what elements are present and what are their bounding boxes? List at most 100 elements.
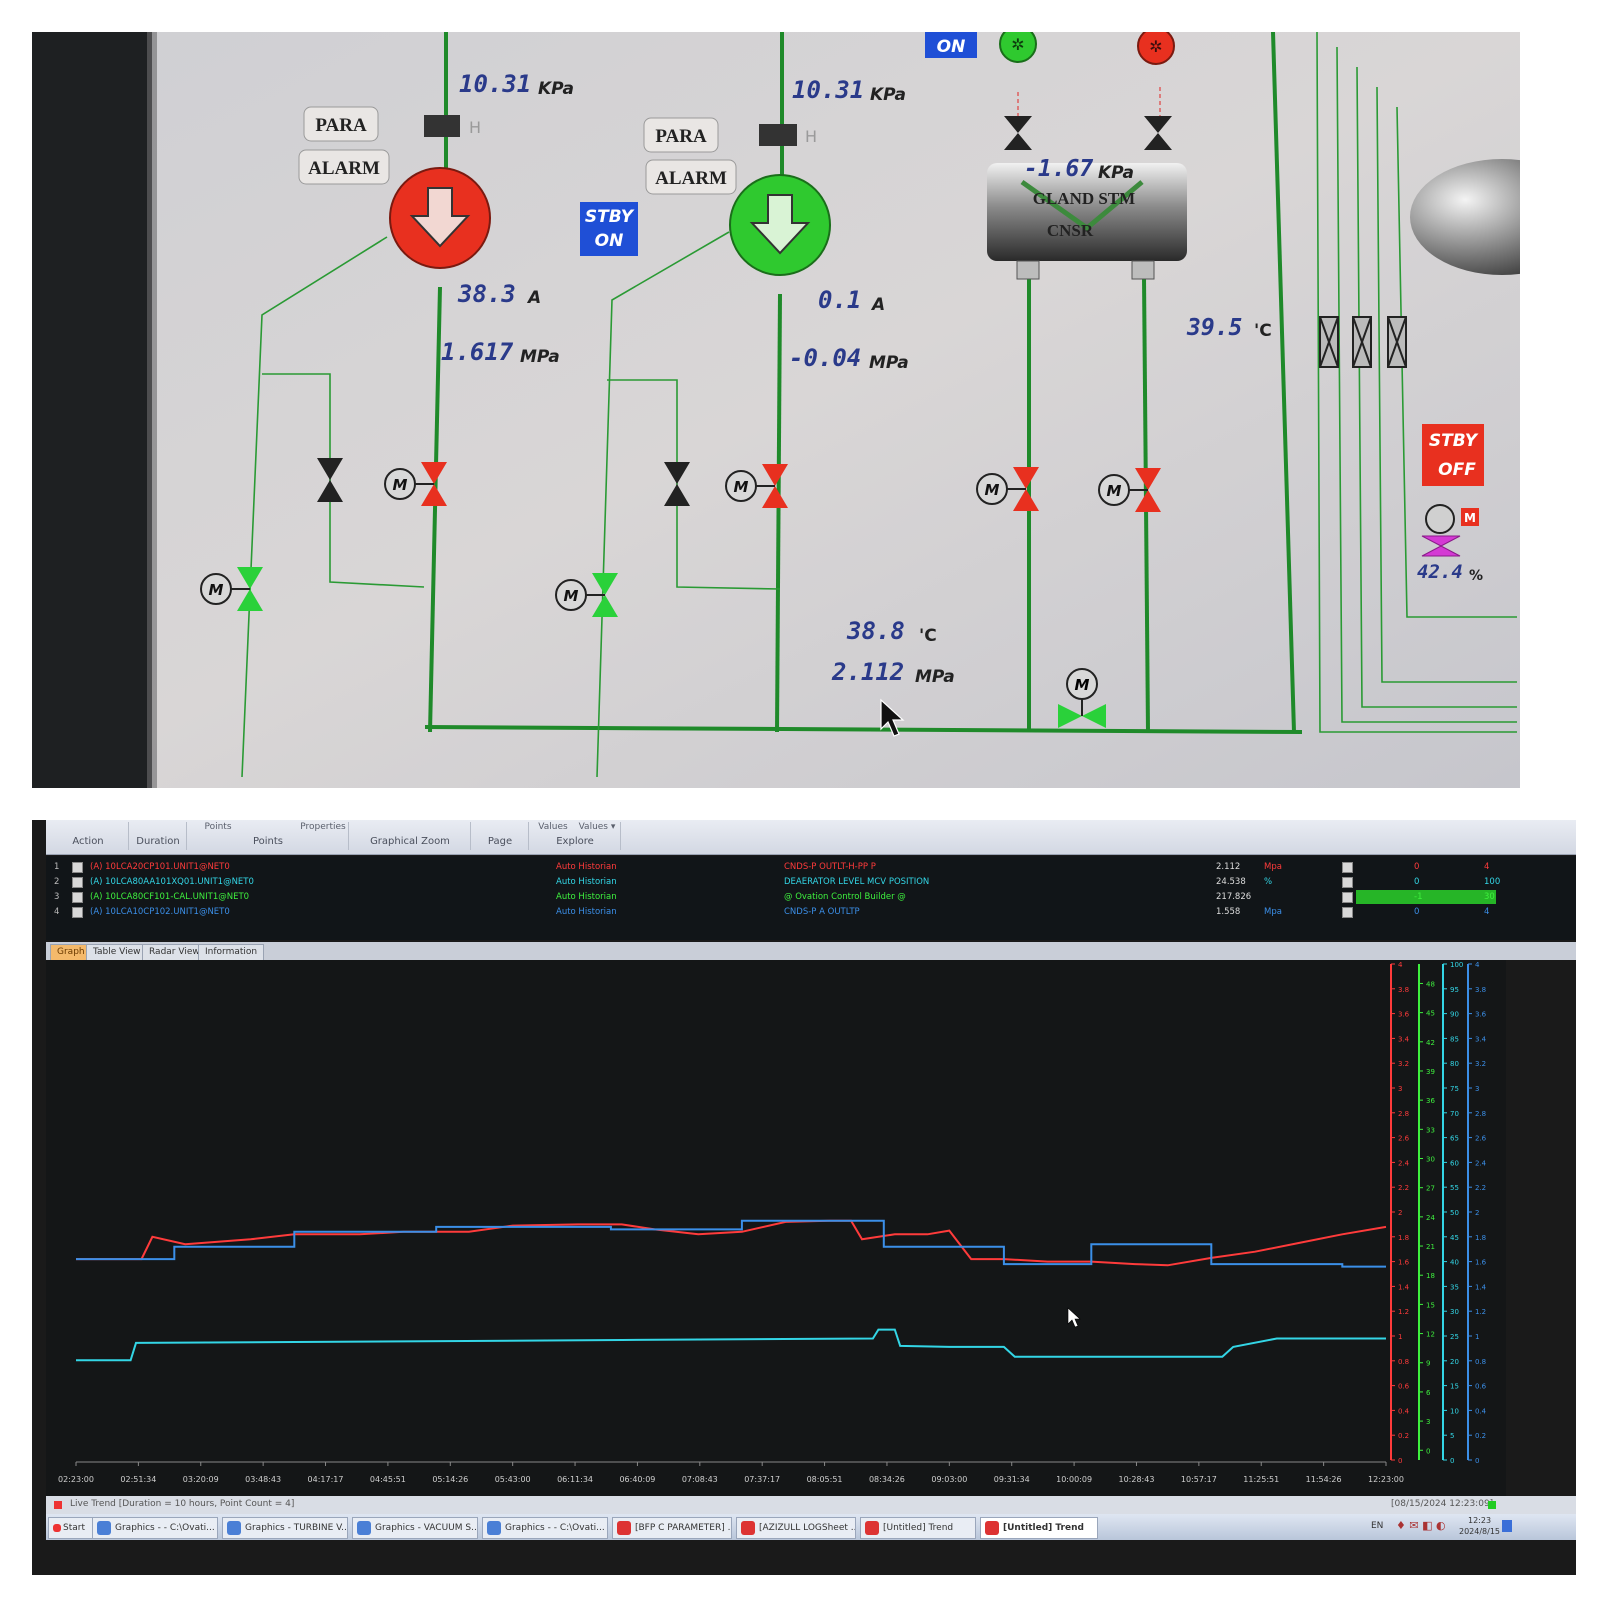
time-tick-label: 11:25:51 — [1243, 1475, 1279, 1484]
trend-app-icon — [741, 1521, 755, 1535]
tray-icons[interactable]: ♦ ✉ ◧ ◐ — [1396, 1519, 1446, 1532]
time-tick-label: 07:08:43 — [682, 1475, 718, 1484]
taskbar-language[interactable]: EN — [1371, 1521, 1383, 1531]
taskbar-item[interactable]: [AZIZULL LOGSheet ... — [736, 1517, 856, 1539]
tab-information[interactable]: Information — [198, 944, 265, 960]
toolbar-graphical-zoom-group[interactable]: Graphical Zoom — [350, 822, 471, 850]
axis-tick-label: 1.8 — [1398, 1234, 1409, 1242]
time-tick-label: 09:31:34 — [994, 1475, 1030, 1484]
axis-tick-label: 3.2 — [1398, 1060, 1409, 1068]
axis-tick-label: 1 — [1475, 1333, 1479, 1341]
show-desktop-icon[interactable] — [1502, 1520, 1512, 1532]
right-valve-flag-letter: M — [1464, 511, 1476, 525]
pump-b-outlet-unit: MPa — [869, 353, 909, 373]
trend-chart[interactable]: 0 0.2 0.4 0.6 0.8 1 1.2 1.4 1.6 1.8 2 2.2 2.4 2.6 2.8 3… — [46, 960, 1506, 1496]
taskbar-item[interactable]: Graphics - VACUUM S... — [352, 1517, 478, 1539]
pump-b-standby-line1: STBY — [585, 207, 635, 227]
taskbar-clock-time[interactable]: 12:23 — [1468, 1516, 1491, 1525]
pen-scale-checkbox[interactable] — [1342, 907, 1353, 918]
time-tick-label: 03:20:09 — [183, 1475, 219, 1484]
pen-visible-checkbox[interactable] — [72, 907, 83, 918]
taskbar-item[interactable]: Graphics - TURBINE V... — [222, 1517, 348, 1539]
windows-taskbar: Start Graphics - - C:\Ovati... Graphics -… — [46, 1514, 1576, 1540]
toolbar-values-menu[interactable]: Values ▾ — [552, 822, 642, 832]
axis-tick-label: 2 — [1398, 1209, 1402, 1217]
toolbar-points-group[interactable]: Points Properties Points — [188, 822, 349, 850]
toolbar-explore-group[interactable]: Values Values ▾ Explore — [530, 822, 621, 850]
pen-tag: (A) 10LCA10CP102.UNIT1@NET0 — [90, 907, 230, 917]
tab-table-view[interactable]: Table View — [86, 944, 148, 960]
time-tick-label: 09:03:00 — [931, 1475, 967, 1484]
axis-tick-label: 5 — [1450, 1432, 1454, 1440]
axis-tick-label: 70 — [1450, 1110, 1459, 1118]
pen-visible-checkbox[interactable] — [72, 892, 83, 903]
axis-tick-label: 35 — [1450, 1283, 1459, 1291]
time-tick-label: 02:23:00 — [58, 1475, 94, 1484]
pen-row[interactable]: 1 (A) 10LCA20CP101.UNIT1@NET0 Auto Histori… — [46, 860, 1576, 875]
right-valve-motor-icon[interactable] — [1425, 504, 1455, 534]
start-label: Start — [63, 1523, 85, 1533]
axis-tick-label: 33 — [1426, 1126, 1435, 1134]
pen-visible-checkbox[interactable] — [72, 877, 83, 888]
pump-a-inlet-unit: KPa — [538, 79, 574, 99]
axis-tick-label: 3 — [1398, 1085, 1402, 1093]
taskbar-item[interactable]: [Untitled] Trend — [980, 1517, 1098, 1539]
pen-index: 3 — [54, 892, 60, 902]
time-tick-label: 10:00:09 — [1056, 1475, 1092, 1484]
axis-tick-label: 90 — [1450, 1011, 1459, 1019]
taskbar-item[interactable]: [BFP C PARAMETER] ... — [612, 1517, 732, 1539]
time-tick-label: 05:43:00 — [495, 1475, 531, 1484]
axis-tick-label: 100 — [1450, 961, 1463, 969]
pen-row[interactable]: 3 (A) 10LCA80CF101-CAL.UNIT1@NET0 Auto His… — [46, 890, 1576, 905]
pen-row[interactable]: 2 (A) 10LCA80AA101XQ01.UNIT1@NET0 Auto His… — [46, 875, 1576, 890]
axis-tick-label: 2 — [1475, 1209, 1479, 1217]
toolbar-action-group[interactable]: Action — [48, 822, 129, 850]
tab-radar-view[interactable]: Radar View — [142, 944, 207, 960]
pen-scale-checkbox[interactable] — [1342, 892, 1353, 903]
pump-b-current: 0.1 — [818, 286, 861, 314]
pen-scale-low: 0 — [1414, 877, 1420, 887]
axis-tick-label: 30 — [1450, 1308, 1459, 1316]
axis-tick-label: 3 — [1475, 1085, 1479, 1093]
taskbar-item[interactable]: Graphics - - C:\Ovati... — [482, 1517, 608, 1539]
axis-tick-label: 0 — [1475, 1457, 1479, 1465]
time-tick-label: 04:17:17 — [308, 1475, 344, 1484]
axis-tick-label: 20 — [1450, 1358, 1459, 1366]
pen-scale-checkbox[interactable] — [1342, 877, 1353, 888]
taskbar-clock-date[interactable]: 2024/8/15 — [1459, 1527, 1500, 1536]
gland-label-line1: GLAND STM — [1033, 189, 1135, 208]
axis-tick-label: 27 — [1426, 1185, 1435, 1193]
pen-scale-low: -1 — [1414, 892, 1423, 902]
pen-visible-checkbox[interactable] — [72, 862, 83, 873]
taskbar-item-label: [Untitled] Trend — [1003, 1523, 1084, 1533]
taskbar-item-label: Graphics - - C:\Ovati... — [115, 1523, 215, 1533]
pump-b-suction-block[interactable] — [759, 124, 797, 146]
start-icon — [53, 1524, 61, 1532]
axis-tick-label: 50 — [1450, 1209, 1459, 1217]
pen-row[interactable]: 4 (A) 10LCA10CP102.UNIT1@NET0 Auto Histori… — [46, 905, 1576, 920]
axis-tick-label: 2.6 — [1398, 1135, 1410, 1143]
motor-letter: M — [564, 587, 579, 605]
taskbar-item[interactable]: Graphics - - C:\Ovati... — [92, 1517, 218, 1539]
start-button[interactable]: Start — [48, 1517, 94, 1539]
pen-scale-high: 30 — [1484, 892, 1495, 902]
toolbar-duration-label: Duration — [136, 836, 180, 847]
right-valve-position-unit: % — [1469, 568, 1483, 584]
axis-tick-label: 65 — [1450, 1135, 1459, 1143]
graphics-app-icon — [97, 1521, 111, 1535]
axis-tick-label: 25 — [1450, 1333, 1459, 1341]
filter-elements — [1319, 316, 1407, 368]
pen-unit: Mpa — [1264, 862, 1282, 872]
pen-index: 2 — [54, 877, 60, 887]
pump-b-h-mark: H — [805, 127, 817, 146]
pump-a-suction-block[interactable] — [424, 115, 460, 137]
pump-a-outlet-pressure: 1.617 — [441, 338, 514, 366]
gland-pressure: -1.67 — [1024, 156, 1093, 182]
pen-scale-checkbox[interactable] — [1342, 862, 1353, 873]
axis-tick-label: 1.4 — [1475, 1283, 1487, 1291]
pen-index: 4 — [54, 907, 60, 917]
axis-tick-label: 15 — [1450, 1383, 1459, 1391]
taskbar-item[interactable]: [Untitled] Trend — [860, 1517, 976, 1539]
header-temperature-unit: 'C — [919, 626, 937, 646]
axis-tick-label: 4 — [1398, 961, 1403, 969]
